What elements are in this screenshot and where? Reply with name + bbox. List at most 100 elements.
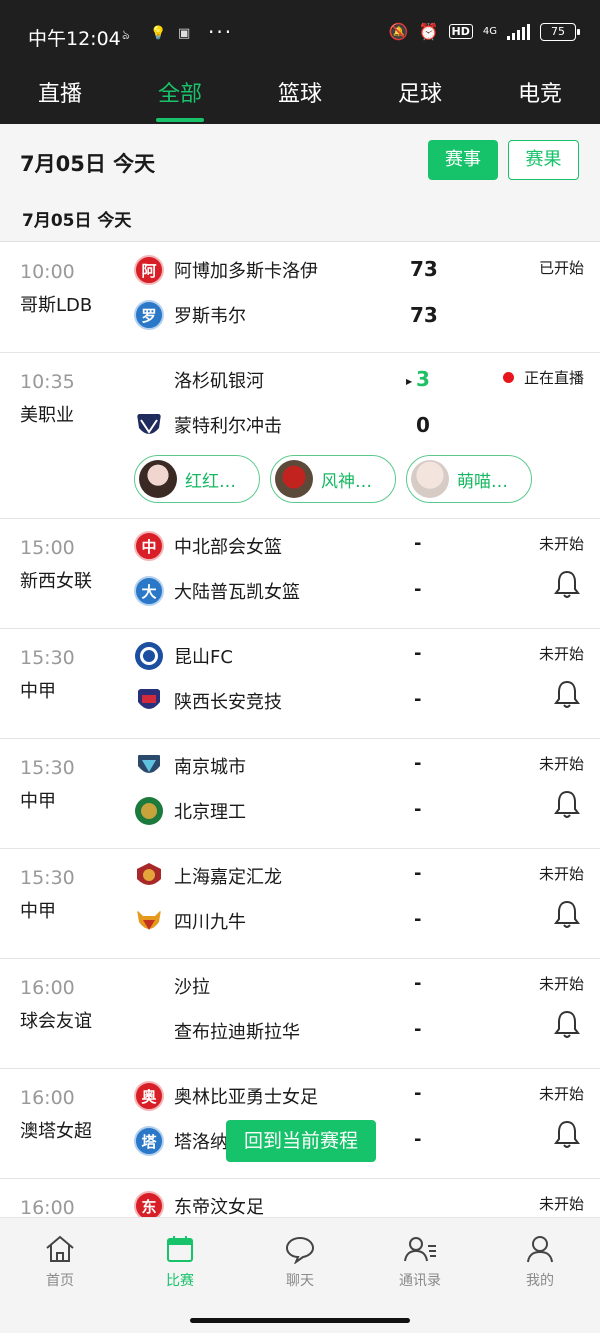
team-logo-icon <box>138 689 160 709</box>
mute-icon: 🔕 <box>388 22 409 41</box>
category-tabs: 直播 全部 篮球 足球 电竞 <box>0 70 600 124</box>
team-name: 南京城市 <box>174 757 246 778</box>
contacts-icon <box>404 1237 436 1262</box>
team-logo-icon <box>135 642 163 670</box>
home-score: - <box>414 1083 422 1104</box>
bulb-notification-icon: 💡 <box>150 26 167 41</box>
nav-matches[interactable]: 比赛 <box>140 1234 220 1290</box>
team-name: 大陆普瓦凯女篮 <box>174 582 300 603</box>
match-row[interactable]: 15:30 中甲 南京城市 北京理工 - - 未开始 <box>0 739 600 849</box>
notification-icon: ঌ <box>122 28 130 43</box>
match-status: 已开始 <box>538 259 584 277</box>
events-button[interactable]: 赛事 <box>428 140 498 180</box>
nav-label: 通讯录 <box>399 1273 441 1289</box>
tab-basketball[interactable]: 篮球 <box>240 70 360 124</box>
gesture-bar[interactable] <box>190 1318 410 1323</box>
nav-profile[interactable]: 我的 <box>500 1234 580 1290</box>
match-league: 新西女联 <box>20 571 92 592</box>
match-row[interactable]: 15:30 中甲 上海嘉定汇龙 四川九牛 - - 未开始 <box>0 849 600 959</box>
away-score: - <box>414 1019 422 1040</box>
match-status: 未开始 <box>538 645 584 663</box>
match-row[interactable]: 16:00 球会友谊 沙拉 查布拉迪斯拉华 - - 未开始 <box>0 959 600 1069</box>
match-league: 美职业 <box>20 405 74 426</box>
more-notifications-icon: ··· <box>208 20 234 44</box>
match-league: 澳塔女超 <box>20 1121 92 1142</box>
match-time: 16:00 <box>20 1197 75 1219</box>
date-title[interactable]: 7月05日 今天 <box>20 148 155 178</box>
team-logo-icon <box>138 755 160 773</box>
team-logo-icon: 中 <box>134 531 164 561</box>
match-status: 正在直播 <box>502 367 584 388</box>
match-league: 哥斯LDB <box>20 295 93 316</box>
team-logo-icon <box>137 910 161 930</box>
match-row[interactable]: 15:30 中甲 昆山FC 陕西长安竞技 - - 未开始 <box>0 629 600 739</box>
status-bar: 中午12:04 ঌ 💡 ▣ ··· 🔕 ⏰ HD 4G 75 <box>0 0 600 70</box>
anchor-chip[interactable]: 红红… <box>134 455 260 503</box>
match-time: 10:00 <box>20 261 75 283</box>
team-name: 昆山FC <box>174 647 233 668</box>
match-time: 16:00 <box>20 977 75 999</box>
nav-label: 首页 <box>46 1273 74 1289</box>
away-team: 大 大陆普瓦凯女篮 <box>134 575 300 607</box>
away-score: - <box>414 689 422 710</box>
nav-contacts[interactable]: 通讯录 <box>380 1234 460 1290</box>
home-team: 奥 奥林比亚勇士女足 <box>134 1080 318 1112</box>
match-league: 中甲 <box>20 791 56 812</box>
team-name: 上海嘉定汇龙 <box>174 867 282 888</box>
match-row[interactable]: 15:00 新西女联 中 中北部会女篮 大 大陆普瓦凯女篮 - - 未开始 <box>0 519 600 629</box>
away-score: - <box>414 1129 422 1150</box>
match-league: 中甲 <box>20 681 56 702</box>
reminder-bell-icon[interactable] <box>554 1009 580 1039</box>
team-logo-icon <box>135 797 163 825</box>
match-league: 中甲 <box>20 901 56 922</box>
tab-all[interactable]: 全部 <box>120 70 240 124</box>
home-score: - <box>414 973 422 994</box>
anchor-chip[interactable]: 萌喵… <box>406 455 532 503</box>
team-name: 洛杉矶银河 <box>174 371 264 392</box>
away-team: 查布拉迪斯拉华 <box>134 1015 300 1047</box>
match-time: 15:30 <box>20 647 75 669</box>
away-team: 四川九牛 <box>134 905 246 937</box>
results-button[interactable]: 赛果 <box>508 140 579 180</box>
tab-live[interactable]: 直播 <box>0 70 120 124</box>
team-name: 塔洛纳 <box>174 1132 228 1153</box>
match-time: 15:00 <box>20 537 75 559</box>
reminder-bell-icon[interactable] <box>554 789 580 819</box>
live-dot-icon <box>502 372 514 383</box>
anchor-chip[interactable]: 风神… <box>270 455 396 503</box>
bottom-nav: 首页 比赛 聊天 通讯录 我的 <box>0 1217 600 1333</box>
team-name: 奥林比亚勇士女足 <box>174 1087 318 1108</box>
team-name: 中北部会女篮 <box>174 537 282 558</box>
anchor-name: 风神… <box>321 471 372 492</box>
calendar-icon <box>167 1236 193 1262</box>
team-logo-icon: 大 <box>134 576 164 606</box>
reminder-bell-icon[interactable] <box>554 1119 580 1149</box>
team-name: 查布拉迪斯拉华 <box>174 1022 300 1043</box>
possession-indicator-icon: ▶ <box>406 377 413 386</box>
home-team: 上海嘉定汇龙 <box>134 860 282 892</box>
nav-label: 比赛 <box>166 1273 194 1289</box>
match-row[interactable]: 10:00 哥斯LDB 阿 阿博加多斯卡洛伊 罗 罗斯韦尔 73 73 已开始 <box>0 243 600 353</box>
reminder-bell-icon[interactable] <box>554 679 580 709</box>
back-to-current-button[interactable]: 回到当前赛程 <box>226 1120 376 1162</box>
away-team: 塔 塔洛纳 <box>134 1125 228 1157</box>
reminder-bell-icon[interactable] <box>554 899 580 929</box>
reminder-bell-icon[interactable] <box>554 569 580 599</box>
away-score: - <box>414 799 422 820</box>
person-icon <box>527 1236 553 1263</box>
match-row[interactable]: 10:35 美职业 洛杉矶银河 蒙特利尔冲击 ▶ 3 0 正在直播 红红… 风神… <box>0 353 600 519</box>
nav-chat[interactable]: 聊天 <box>260 1234 340 1290</box>
away-score: 73 <box>410 303 438 327</box>
tab-football[interactable]: 足球 <box>360 70 480 124</box>
tab-esports[interactable]: 电竞 <box>480 70 600 124</box>
date-header: 7月05日 今天 赛事 赛果 7月05日 今天 <box>0 124 600 242</box>
team-name: 罗斯韦尔 <box>174 306 246 327</box>
signal-icon <box>507 23 530 40</box>
match-status: 未开始 <box>538 975 584 993</box>
team-logo-icon: 奥 <box>134 1081 164 1111</box>
match-time: 16:00 <box>20 1087 75 1109</box>
match-time: 15:30 <box>20 757 75 779</box>
section-date: 7月05日 今天 <box>22 211 132 231</box>
live-status-label: 正在直播 <box>523 369 584 387</box>
nav-home[interactable]: 首页 <box>20 1234 100 1290</box>
